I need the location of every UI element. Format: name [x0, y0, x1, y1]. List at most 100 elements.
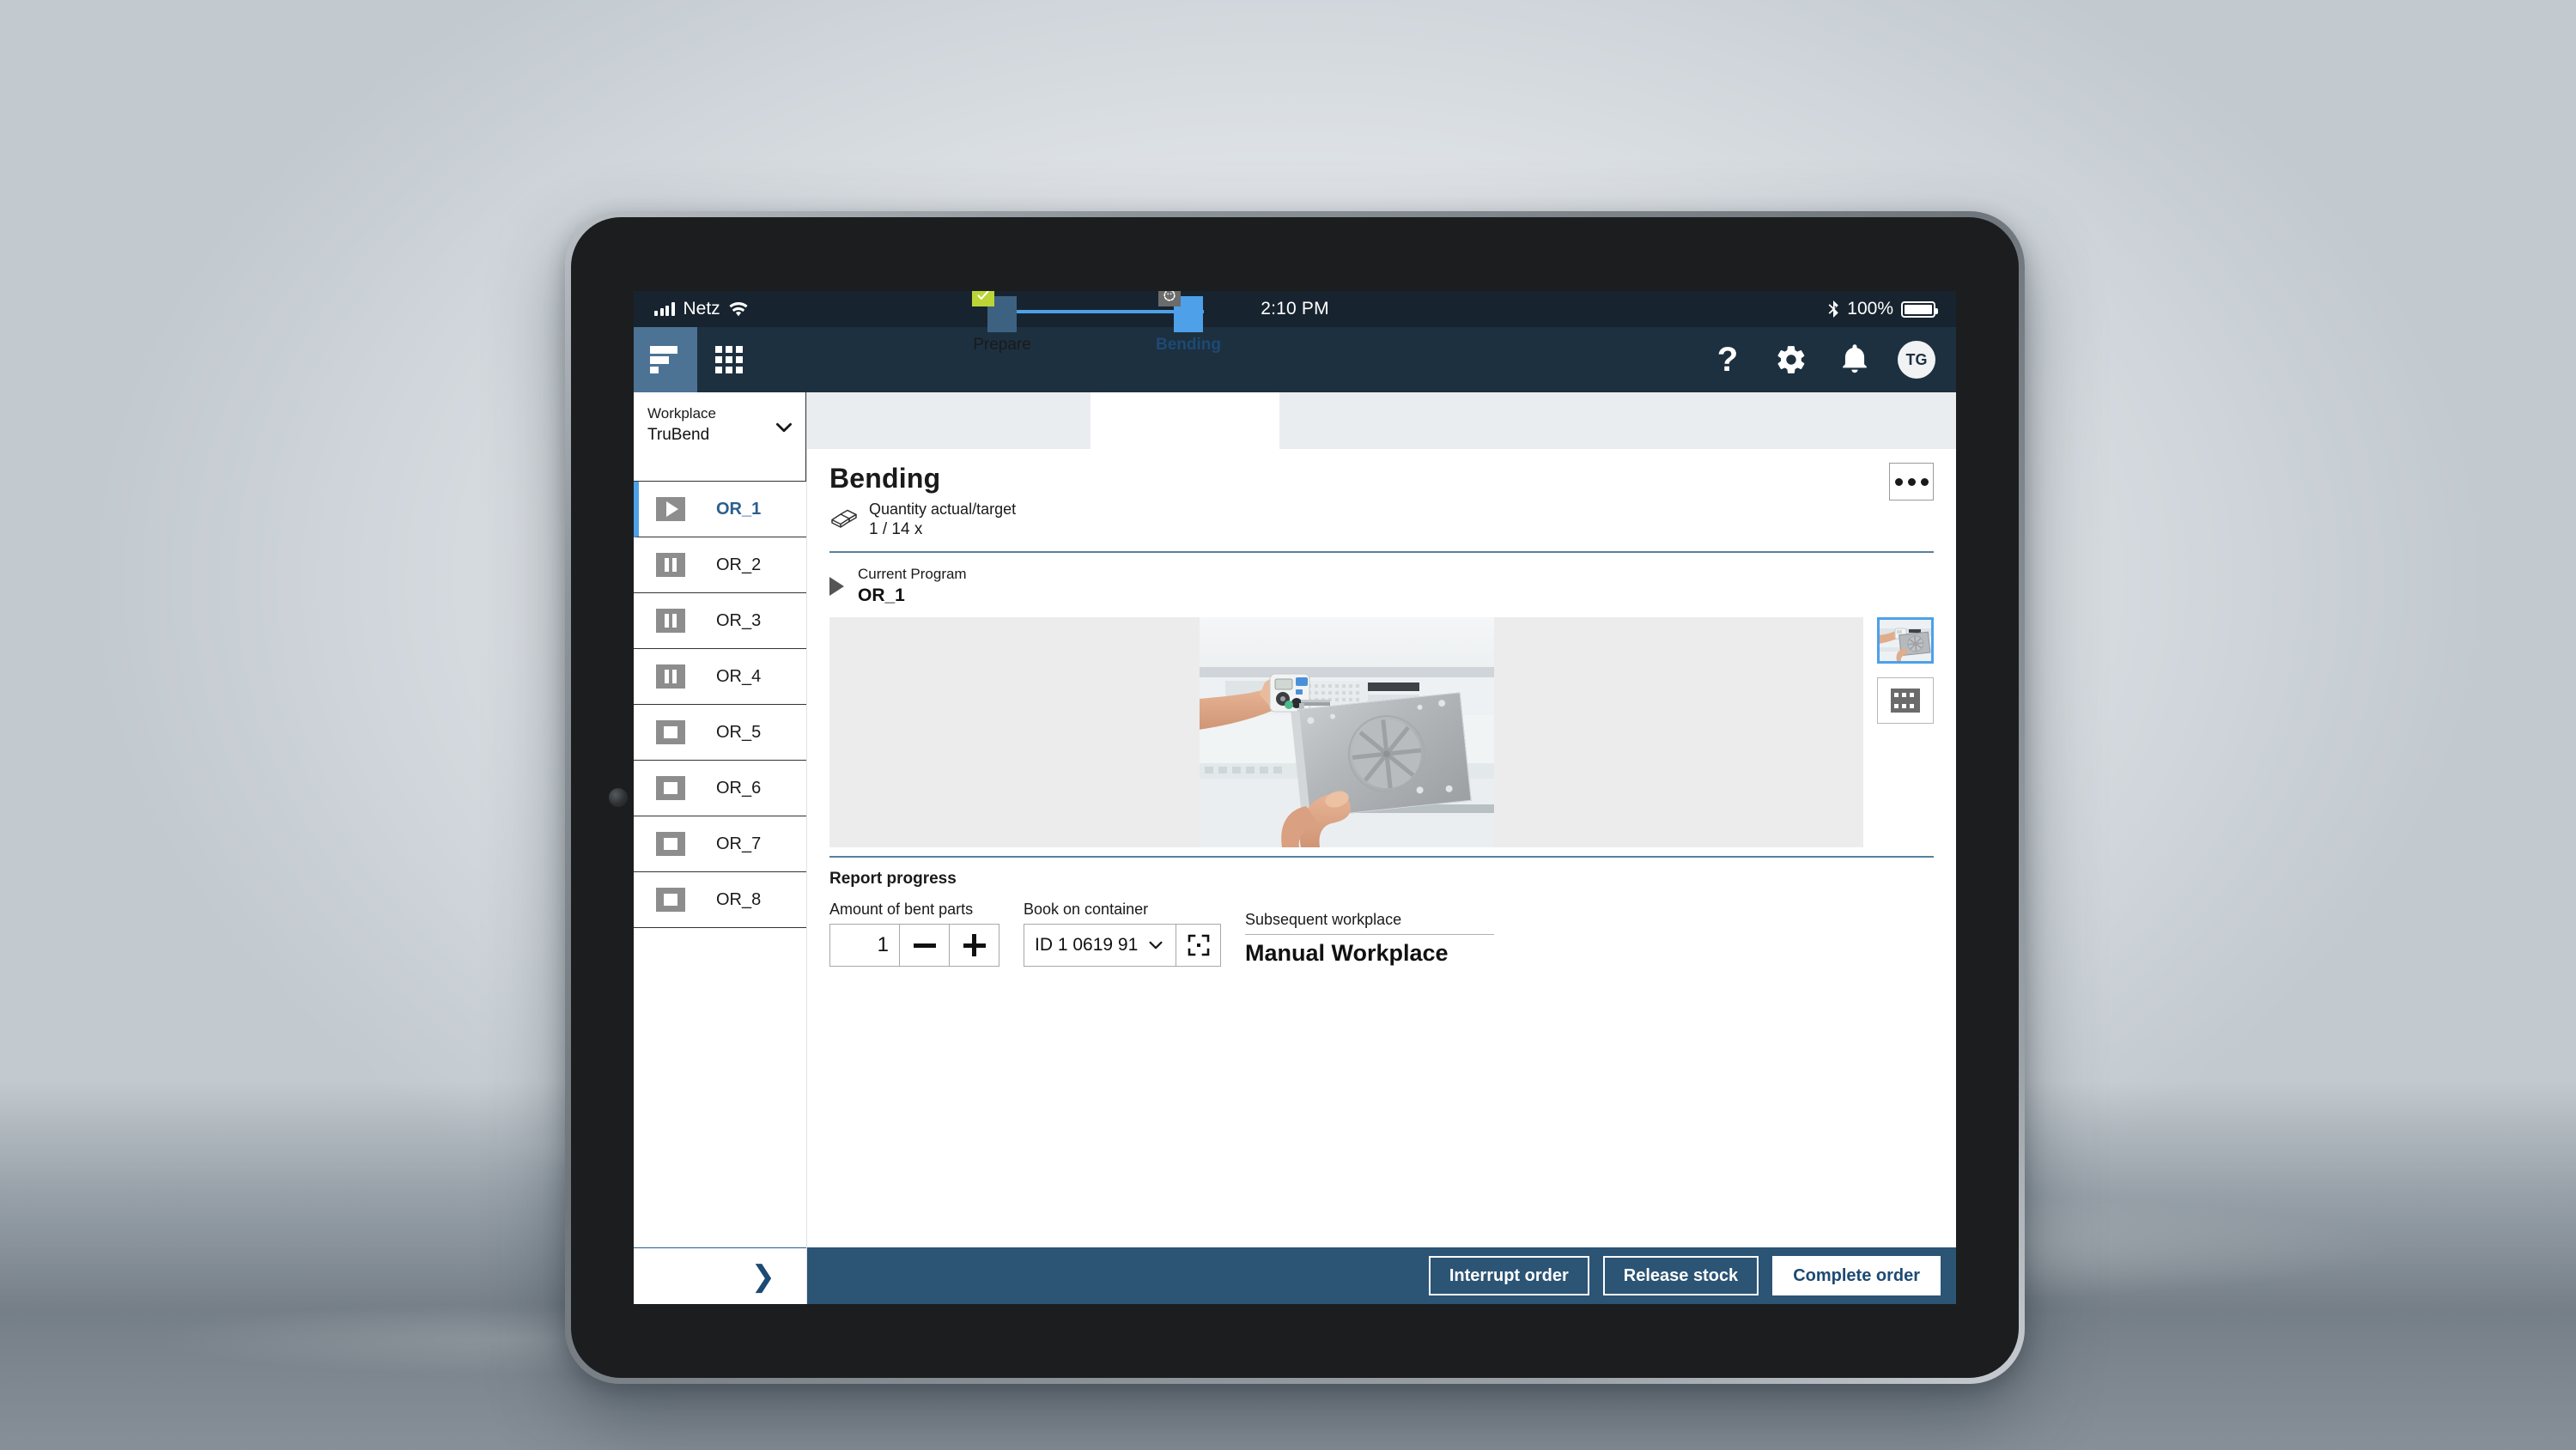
workplace-text: Workplace TruBend [647, 404, 773, 446]
pause-icon [656, 609, 685, 633]
brand-logo-button[interactable] [634, 327, 697, 392]
stop-icon [656, 776, 685, 800]
play-icon [829, 576, 844, 596]
workplace-label: Workplace [647, 405, 716, 422]
order-list-item[interactable]: OR_7 [634, 816, 806, 872]
battery-percent-label: 100% [1847, 299, 1894, 319]
order-label: OR_1 [716, 499, 762, 519]
subsequent-value: Manual Workplace [1245, 940, 1449, 967]
increment-button[interactable] [950, 924, 999, 968]
pause-icon [656, 664, 685, 689]
chevron-down-icon [773, 416, 795, 439]
settings-button[interactable] [1771, 339, 1812, 380]
wifi-icon [729, 301, 748, 317]
media-area [807, 607, 1956, 848]
decrement-button[interactable] [900, 924, 950, 968]
scan-barcode-icon [1187, 933, 1211, 957]
title-row: Bending Quantity actual/target 1 / 14 x [807, 449, 1956, 541]
header-spacer [761, 327, 1707, 392]
avatar[interactable]: TG [1898, 341, 1935, 379]
chevron-down-icon [1146, 936, 1165, 955]
amount-field-group: Amount of bent parts 1 [829, 901, 999, 968]
container-field-group: Book on container ID 1 0619 91 [1024, 901, 1221, 968]
notifications-button[interactable] [1834, 339, 1875, 380]
thumbnail-column [1877, 617, 1934, 847]
step-segment-next [1279, 392, 1956, 449]
container-select-wrap: ID 1 0619 91 [1024, 924, 1221, 968]
film-strip-icon [1891, 689, 1920, 713]
order-list-item[interactable]: OR_8 [634, 872, 806, 928]
current-program-texts: Current Program OR_1 [858, 565, 967, 607]
tablet-device: Netz 2:10 PM 100% ? TG Workplace TruBend… [565, 211, 2025, 1384]
order-list-item[interactable]: OR_6 [634, 761, 806, 816]
order-list-item[interactable]: OR_3 [634, 593, 806, 649]
order-list-item[interactable]: OR_4 [634, 649, 806, 705]
main-photo-container[interactable] [829, 617, 1863, 848]
apps-grid-icon [715, 346, 743, 373]
gear-icon [1775, 343, 1807, 376]
scene-background: Netz 2:10 PM 100% ? TG Workplace TruBend… [0, 0, 2576, 1450]
signal-icon [654, 302, 675, 316]
quantity-value: 1 / 14 x [869, 520, 923, 539]
step-segment-prepare [807, 392, 1091, 449]
sidebar-expand-button[interactable]: ❯ [634, 1247, 806, 1304]
order-list-item[interactable]: OR_5 [634, 705, 806, 761]
order-list-item[interactable]: OR_1 [634, 482, 806, 537]
carrier-label: Netz [683, 299, 720, 319]
main-spacer [807, 967, 1956, 1247]
app-header: ? TG [634, 327, 1956, 392]
stop-icon [656, 888, 685, 912]
more-dot [1894, 477, 1903, 486]
title-left: Bending Quantity actual/target 1 / 14 x [829, 463, 1889, 541]
help-button[interactable]: ? [1707, 339, 1748, 380]
amount-label: Amount of bent parts [829, 901, 974, 919]
process-step-bar: Prepare Bending [807, 291, 1956, 449]
tablet-bezel: Netz 2:10 PM 100% ? TG Workplace TruBend… [571, 217, 2019, 1378]
workplace-value: TruBend [647, 425, 710, 444]
plus-icon [963, 934, 986, 957]
stop-icon [656, 720, 685, 744]
container-label: Book on container [1024, 901, 1149, 919]
quantity-texts: Quantity actual/target 1 / 14 x [869, 500, 1016, 541]
order-label: OR_5 [716, 722, 762, 742]
chevron-right-icon: ❯ [750, 1259, 776, 1293]
workpiece-photo [1199, 617, 1494, 848]
more-dot [1920, 477, 1929, 486]
container-value: ID 1 0619 91 [1035, 935, 1139, 956]
report-fields: Amount of bent parts 1 Book on container [829, 901, 1934, 968]
sidebar: Workplace TruBend OR_1 OR_2 OR_3 OR_4 OR_5 OR… [634, 392, 807, 1304]
minus-icon [913, 943, 936, 948]
current-program-row[interactable]: Current Program OR_1 [807, 553, 1956, 607]
step-segment-bending [1091, 392, 1279, 449]
subsequent-workplace-group: Subsequent workplace Manual Workplace [1245, 911, 1494, 967]
scan-button[interactable] [1176, 924, 1221, 968]
container-select[interactable]: ID 1 0619 91 [1024, 924, 1176, 968]
ios-status-bar: Netz 2:10 PM 100% [634, 291, 1956, 327]
report-progress-section: Report progress Amount of bent parts 1 B… [807, 858, 1956, 968]
video-thumbnail[interactable] [1877, 677, 1934, 725]
order-label: OR_6 [716, 778, 762, 798]
release-stock-button[interactable]: Release stock [1602, 1256, 1759, 1295]
order-label: OR_8 [716, 889, 762, 909]
header-actions: ? TG [1707, 327, 1956, 392]
order-label: OR_3 [716, 610, 762, 630]
more-options-button[interactable] [1889, 463, 1934, 501]
workplace-selector[interactable]: Workplace TruBend [634, 392, 806, 482]
clock-label: 2:10 PM [1261, 299, 1329, 319]
action-footer: Interrupt order Release stock Complete o… [807, 1247, 1956, 1304]
apps-grid-button[interactable] [697, 327, 761, 392]
more-dot [1907, 477, 1916, 486]
pause-icon [656, 553, 685, 577]
status-bar-left: Netz [654, 299, 1261, 319]
complete-order-button[interactable]: Complete order [1772, 1256, 1941, 1295]
amount-input[interactable]: 1 [829, 924, 900, 968]
camera-icon [609, 788, 628, 807]
help-icon: ? [1716, 341, 1739, 379]
order-label: OR_7 [716, 834, 762, 853]
photo-thumbnail[interactable] [1877, 617, 1934, 664]
order-list-item[interactable]: OR_2 [634, 537, 806, 593]
order-label: OR_4 [716, 666, 762, 686]
interrupt-order-button[interactable]: Interrupt order [1428, 1256, 1589, 1295]
subsequent-label: Subsequent workplace [1245, 911, 1402, 929]
status-bar-right: 100% [1329, 299, 1939, 319]
